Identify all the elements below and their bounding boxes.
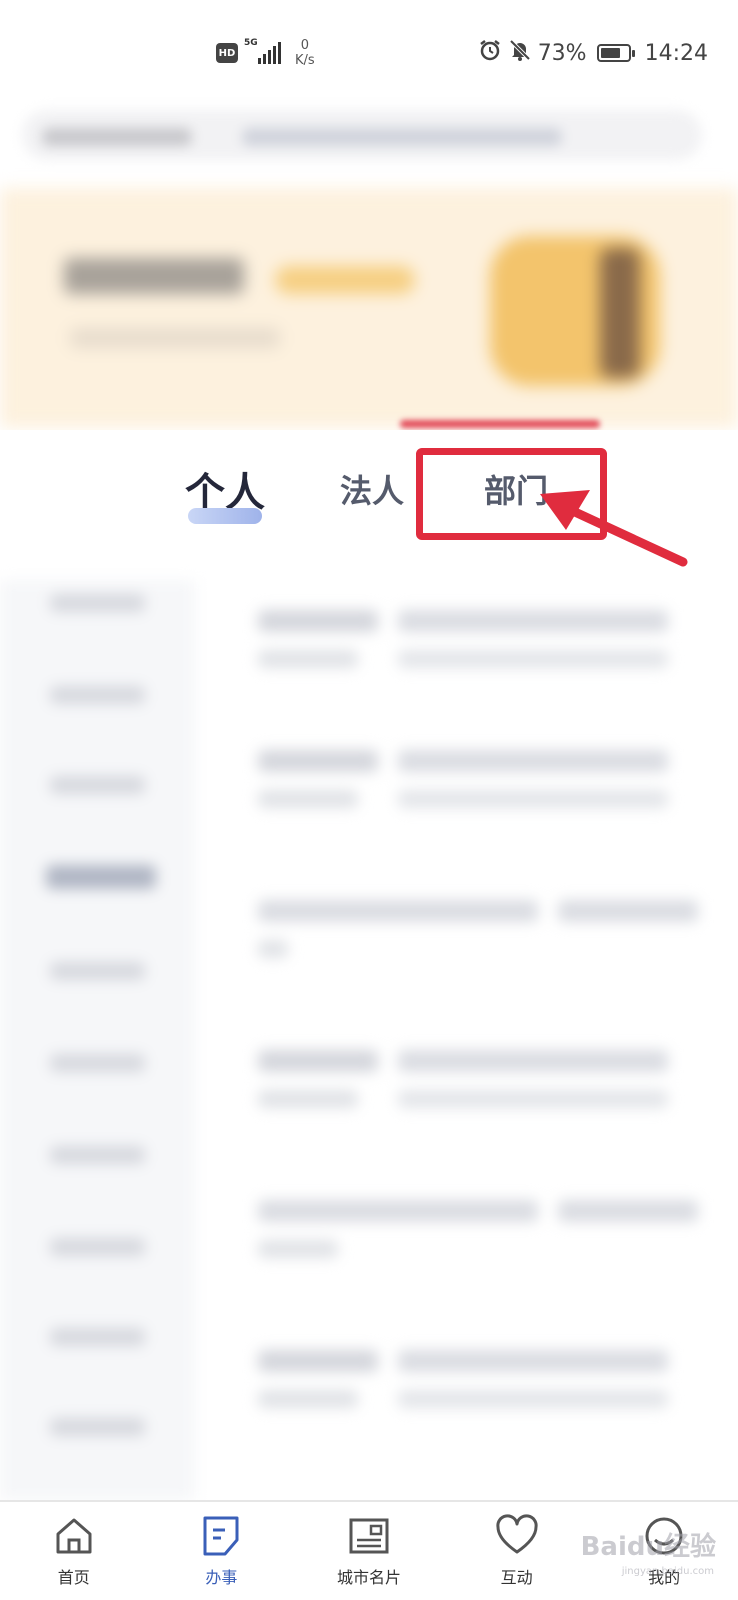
sidebar-item[interactable] [50,1328,145,1346]
watermark-url: jingyan.baidu.com [621,1566,714,1577]
mute-bell-icon [508,38,532,68]
nav-home[interactable]: 首页 [0,1502,148,1600]
watermark-logo: Baidu经验 [580,1532,716,1562]
nav-interaction[interactable]: 互动 [443,1502,591,1600]
list-item[interactable] [258,1340,678,1430]
active-tab-indicator [188,508,262,524]
alarm-icon [478,38,502,68]
sidebar-item[interactable] [50,686,145,704]
list-item[interactable] [258,740,678,830]
banner-indicator [400,420,600,428]
service-list [0,580,738,1500]
list-item[interactable] [258,890,698,980]
search-location [42,128,192,146]
hd-icon: HD [216,43,238,63]
nav-label: 首页 [57,1568,90,1587]
sidebar-item[interactable] [50,1054,145,1072]
clock: 14:24 [644,40,708,66]
sidebar-item[interactable] [50,1238,145,1256]
city-card-icon [349,1518,389,1554]
list-item[interactable] [258,1040,678,1130]
document-icon [203,1516,239,1556]
battery-percent: 73% [537,40,587,66]
network-speed: 0 K/s [295,38,315,68]
nav-label: 互动 [500,1568,533,1587]
sidebar-item[interactable] [46,865,156,889]
category-sidebar [0,580,195,1500]
network-type: 5G [244,38,258,48]
promo-banner[interactable] [0,188,738,428]
list-item[interactable] [258,1190,698,1280]
annotation-highlight-box [416,448,607,540]
heart-icon [496,1514,538,1554]
status-bar: HD 5G 0 K/s 73% 14:24 [0,0,738,100]
category-tabs: 个人 法人 部门 [0,430,738,580]
sidebar-item[interactable] [50,1418,145,1436]
nav-label: 城市名片 [336,1568,401,1587]
nav-services[interactable]: 办事 [148,1502,296,1600]
network-speed-unit: K/s [295,53,315,68]
status-right: 73% 14:24 [478,38,708,68]
tab-legal-person[interactable]: 法人 [340,466,404,512]
home-icon [56,1518,92,1554]
search-bar[interactable] [22,110,702,160]
list-item[interactable] [258,600,678,690]
nav-label: 办事 [205,1568,238,1587]
sidebar-item[interactable] [50,962,145,980]
cellular-signal-icon: 5G [244,38,281,64]
sidebar-item[interactable] [50,1146,145,1164]
search-placeholder [242,128,562,146]
status-center: HD 5G 0 K/s [216,38,315,68]
nav-city-card[interactable]: 城市名片 [295,1502,443,1600]
battery-icon [596,44,635,62]
network-speed-value: 0 [300,38,309,53]
sidebar-item[interactable] [50,594,145,612]
sidebar-item[interactable] [50,776,145,794]
